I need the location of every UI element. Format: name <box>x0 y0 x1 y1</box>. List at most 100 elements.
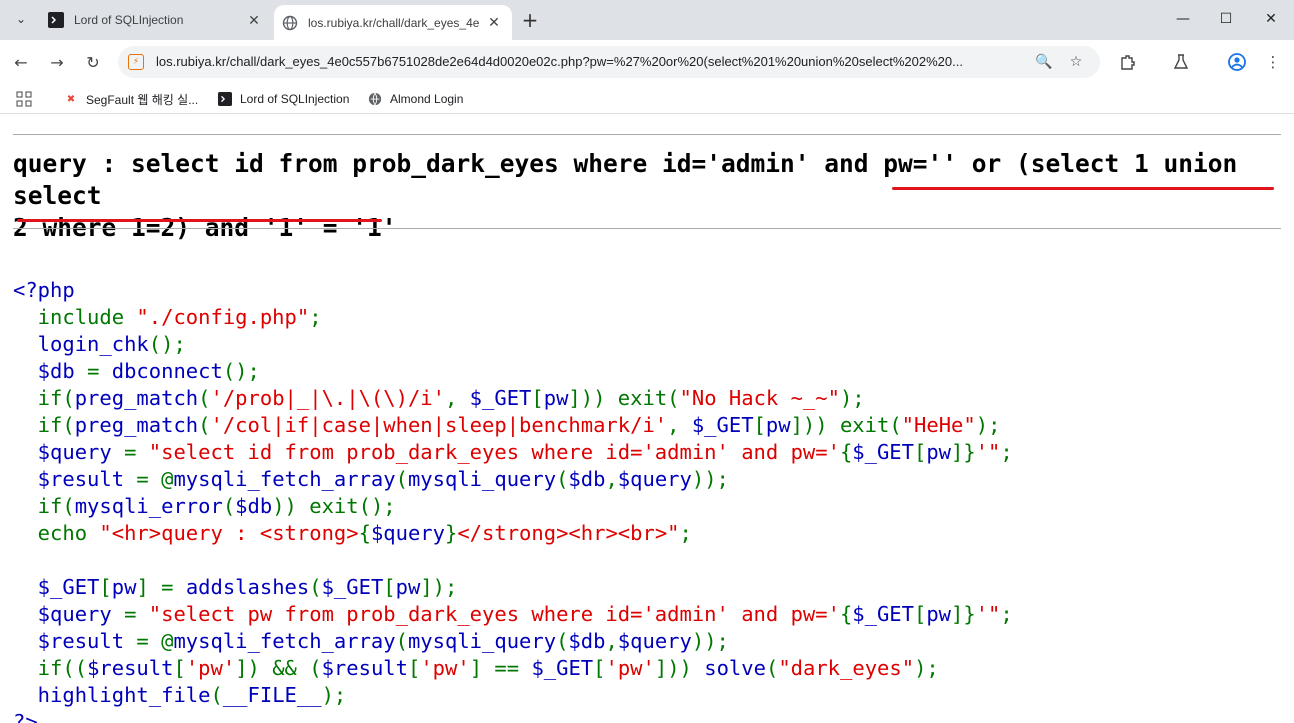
minimize-icon: — <box>1176 11 1190 27</box>
code-token: } <box>445 521 458 545</box>
code-token: $_GET <box>852 440 914 464</box>
code-token: ); <box>975 413 1001 437</box>
code-token: , <box>667 413 692 437</box>
highlight-underline <box>17 219 382 222</box>
code-token: ]} <box>951 602 976 626</box>
apps-icon[interactable] <box>16 90 32 108</box>
tab-title: Lord of SQLInjection <box>74 13 184 27</box>
zoom-icon[interactable]: 🔍 <box>1034 52 1054 72</box>
code-line: $query <box>13 440 125 464</box>
code-token: pw <box>765 413 791 437</box>
query-prefix: query : <box>13 149 132 178</box>
code-line: $_GET <box>13 575 100 599</box>
code-token: [ <box>173 656 186 680</box>
code-token: , <box>605 467 618 491</box>
close-window-button[interactable]: ✕ <box>1248 0 1294 38</box>
code-token: = <box>124 602 149 626</box>
code-token: ]); <box>420 575 458 599</box>
code-token: [ <box>99 575 112 599</box>
tab-dark-eyes[interactable]: los.rubiya.kr/chall/dark_eyes_4e ✕ <box>274 5 512 40</box>
code-token: [ <box>914 602 927 626</box>
bookmark-segfault[interactable]: ✖ SegFault 웹 해킹 실... <box>64 90 198 108</box>
tab-lord-of-sqlinjection[interactable]: Lord of SQLInjection ✕ <box>40 0 272 40</box>
highlight-underline <box>892 187 1274 190</box>
code-token: ; <box>679 521 692 545</box>
star-icon[interactable]: ☆ <box>1066 52 1086 72</box>
code-string: "No Hack ~_~" <box>679 386 840 410</box>
code-token: ( <box>222 494 236 518</box>
arrow-left-icon: ← <box>14 52 28 72</box>
arrow-right-icon: → <box>50 52 64 72</box>
code-token: $result <box>87 656 174 680</box>
code-string: "select pw from prob_dark_eyes where id=… <box>148 602 840 626</box>
php-source-code: <?php include "./config.php"; login_chk(… <box>13 277 1013 723</box>
divider <box>13 134 1281 135</box>
code-token: (); <box>222 359 260 383</box>
code-line: $query <box>13 602 125 626</box>
code-string: '/col|if|case|when|sleep|benchmark/i' <box>210 413 668 437</box>
maximize-button[interactable]: ☐ <box>1203 0 1249 38</box>
code-token: mysqli_error <box>74 494 223 518</box>
menu-icon[interactable]: ⋮ <box>1261 50 1285 74</box>
code-token: { <box>839 602 853 626</box>
code-token: $db <box>568 467 606 491</box>
code-token: ])) exit( <box>790 413 902 437</box>
code-token: ] == <box>469 656 532 680</box>
code-string: '/prob|_|\.|\(\)/i' <box>210 386 445 410</box>
code-token: ])) <box>654 656 705 680</box>
reload-icon: ↻ <box>86 52 100 72</box>
address-bar[interactable]: ⚡ los.rubiya.kr/chall/dark_eyes_4e0c557b… <box>118 46 1100 78</box>
code-token: )); <box>691 467 729 491</box>
code-line: if( <box>13 494 75 518</box>
flask-icon[interactable] <box>1169 50 1193 74</box>
forward-button[interactable]: → <box>43 48 71 76</box>
code-token: mysqli_query <box>407 629 557 653</box>
close-icon[interactable]: ✕ <box>244 10 264 30</box>
new-tab-button[interactable]: + <box>518 8 542 32</box>
code-token: ( <box>198 386 211 410</box>
code-token: ])) exit( <box>568 386 680 410</box>
bookmark-lord-of-sqlinjection[interactable]: Lord of SQLInjection <box>218 90 349 108</box>
bookmark-label: SegFault 웹 해킹 실... <box>86 92 199 107</box>
code-token: [ <box>408 656 421 680</box>
code-line: $db <box>13 359 88 383</box>
code-string: "dark_eyes" <box>778 656 915 680</box>
code-line: <?php <box>13 278 75 302</box>
code-token: $query <box>617 629 692 653</box>
code-string: 'pw' <box>605 656 655 680</box>
divider <box>13 228 1281 229</box>
code-token: { <box>839 440 853 464</box>
url-text[interactable]: los.rubiya.kr/chall/dark_eyes_4e0c557b67… <box>156 54 1036 69</box>
extensions-icon[interactable] <box>1116 50 1140 74</box>
code-token: $db <box>235 494 273 518</box>
close-icon[interactable]: ✕ <box>484 13 504 33</box>
code-token: $_GET <box>469 386 532 410</box>
code-token: $db <box>568 629 606 653</box>
code-token: $query <box>617 467 692 491</box>
code-token: pw <box>926 440 952 464</box>
bookmark-label: Lord of SQLInjection <box>240 92 350 106</box>
segfault-icon: ✖ <box>66 93 76 105</box>
globe-icon <box>282 15 298 31</box>
code-token: ( <box>765 656 779 680</box>
code-token: , <box>605 629 618 653</box>
code-string: "./config.php" <box>136 305 310 329</box>
code-token: { <box>358 521 371 545</box>
code-token: [ <box>914 440 927 464</box>
code-token: preg_match <box>74 413 199 437</box>
code-token: $query <box>370 521 445 545</box>
plus-icon: + <box>521 8 539 32</box>
toolbar: ← → ↻ ⚡ los.rubiya.kr/chall/dark_eyes_4e… <box>0 40 1294 84</box>
code-token: $result <box>321 656 408 680</box>
tab-search-button[interactable]: ⌄ <box>8 7 34 31</box>
site-info-icon[interactable]: ⚡ <box>128 54 144 70</box>
reload-button[interactable]: ↻ <box>79 48 107 76</box>
bookmark-almond-login[interactable]: Almond Login <box>368 90 463 108</box>
code-token: )) exit(); <box>272 494 396 518</box>
page-content: query : select id from prob_dark_eyes wh… <box>0 115 1294 723</box>
code-token: (); <box>148 332 186 356</box>
code-token: ( <box>556 629 569 653</box>
minimize-button[interactable]: — <box>1160 0 1206 38</box>
profile-icon[interactable] <box>1225 50 1249 74</box>
back-button[interactable]: ← <box>7 48 35 76</box>
